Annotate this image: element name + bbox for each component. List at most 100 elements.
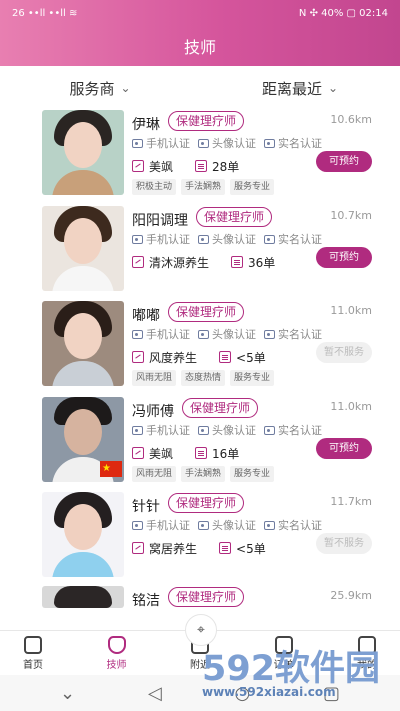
technician-name: 嘟嘟	[132, 308, 160, 324]
nav-back-button[interactable]: ◁	[148, 683, 162, 704]
id-card-icon	[264, 138, 275, 148]
store-orders: 窝居养生 <5单	[132, 539, 266, 557]
filter-distance[interactable]: 距离最近 ⌄	[200, 78, 400, 99]
avatar-cert-icon	[198, 425, 209, 435]
china-flag-icon: ★	[100, 461, 122, 477]
cert-label: 头像认证	[212, 233, 256, 246]
realname-cert: 实名认证	[264, 326, 322, 342]
realname-cert: 实名认证	[264, 517, 322, 533]
service-tags: 风雨无阻 手法娴熟 服务专业	[132, 466, 275, 482]
technician-name: 针针	[132, 499, 160, 515]
realname-cert: 实名认证	[264, 135, 322, 151]
cert-label: 实名认证	[278, 424, 322, 437]
avatar-cert: 头像认证	[198, 231, 256, 247]
distance: 10.7km	[330, 209, 372, 222]
store-orders: 风度养生 <5单	[132, 348, 266, 366]
service-tag: 服务专业	[230, 179, 275, 195]
phone-cert: 手机认证	[132, 135, 190, 151]
technician-card[interactable]: 针针 保健理疗师 11.7km 手机认证 头像认证 实名认证 窝居养生 <5单 …	[0, 492, 400, 587]
order-count: <5单	[236, 541, 266, 556]
watermark-logo: 592软件园 www.592xiazai.com	[200, 640, 396, 710]
status-icons: N ✣ 40% ▢ 02:14	[298, 7, 388, 19]
book-button[interactable]: 可预约	[316, 247, 372, 268]
store-icon	[132, 447, 144, 459]
phone-cert-icon	[132, 520, 143, 530]
store-name: 美飒	[149, 159, 174, 174]
technician-card[interactable]: 伊琳 保健理疗师 10.6km 手机认证 头像认证 实名认证 美飒 28单 可预…	[0, 110, 400, 205]
tab-label: 首页	[23, 660, 43, 671]
distance: 11.0km	[330, 400, 372, 413]
cert-label: 头像认证	[212, 328, 256, 341]
technician-name: 铭洁	[132, 593, 160, 609]
store-icon	[132, 542, 144, 554]
nav-down-button[interactable]: ⌄	[60, 683, 75, 704]
filter-provider[interactable]: 服务商 ⌄	[0, 78, 200, 99]
signal-icons: 26 ••ll ••ll ≋	[12, 7, 78, 19]
service-tag: 风雨无阻	[132, 466, 177, 482]
book-button[interactable]: 可预约	[316, 438, 372, 459]
phone-cert-icon	[132, 138, 143, 148]
store-icon	[132, 256, 144, 268]
technician-name: 伊琳	[132, 117, 160, 133]
cert-label: 手机认证	[146, 519, 190, 532]
cert-label: 手机认证	[146, 137, 190, 150]
filter-provider-label: 服务商	[69, 79, 115, 98]
distance: 11.7km	[330, 495, 372, 508]
cert-label: 实名认证	[278, 233, 322, 246]
avatar	[42, 301, 124, 386]
distance: 11.0km	[330, 304, 372, 317]
phone-cert-icon	[132, 329, 143, 339]
store-icon	[132, 351, 144, 363]
technician-card[interactable]: 阳阳调理 保健理疗师 10.7km 手机认证 头像认证 实名认证 清沐源养生 3…	[0, 206, 400, 301]
home-icon	[24, 636, 42, 654]
avatar	[42, 586, 124, 608]
certification-list: 手机认证 头像认证 实名认证	[132, 422, 322, 438]
phone-cert: 手机认证	[132, 422, 190, 438]
avatar-cert-icon	[198, 234, 209, 244]
service-tag: 积极主动	[132, 179, 177, 195]
chevron-down-icon: ⌄	[120, 81, 131, 95]
tab-home[interactable]: 首页	[0, 631, 66, 671]
cert-label: 实名认证	[278, 137, 322, 150]
role-tag: 保健理疗师	[168, 302, 245, 322]
service-tag: 态度热情	[181, 370, 226, 386]
cert-label: 头像认证	[212, 424, 256, 437]
service-tag: 服务专业	[230, 466, 275, 482]
tab-technician[interactable]: 技师	[84, 631, 150, 671]
technician-card[interactable]: ★ 冯师傅 保健理疗师 11.0km 手机认证 头像认证 实名认证 美飒 16单…	[0, 397, 400, 492]
avatar	[42, 492, 124, 577]
filter-bar: 服务商 ⌄ 距离最近 ⌄	[0, 66, 400, 110]
order-count-icon	[195, 160, 208, 172]
store-orders: 清沐源养生 36单	[132, 253, 275, 271]
role-tag: 保健理疗师	[168, 493, 245, 513]
id-card-icon	[264, 329, 275, 339]
role-tag: 保健理疗师	[196, 207, 273, 227]
avatar-cert-icon	[198, 138, 209, 148]
book-button[interactable]: 可预约	[316, 151, 372, 172]
phone-cert: 手机认证	[132, 517, 190, 533]
tab-label: 技师	[106, 660, 127, 671]
cert-label: 头像认证	[212, 519, 256, 532]
filter-distance-label: 距离最近	[261, 79, 322, 98]
avatar-cert: 头像认证	[198, 422, 256, 438]
avatar-cert-icon	[198, 520, 209, 530]
service-tag: 风雨无阻	[132, 370, 177, 386]
certification-list: 手机认证 头像认证 实名认证	[132, 326, 322, 342]
phone-cert: 手机认证	[132, 231, 190, 247]
service-tag: 服务专业	[230, 370, 275, 386]
order-count: 28单	[212, 159, 240, 174]
store-orders: 美飒 16单	[132, 444, 239, 462]
role-tag: 保健理疗师	[168, 587, 245, 607]
certification-list: 手机认证 头像认证 实名认证	[132, 135, 322, 151]
technician-card[interactable]: 嘟嘟 保健理疗师 11.0km 手机认证 头像认证 实名认证 风度养生 <5单 …	[0, 301, 400, 396]
technician-list: 伊琳 保健理疗师 10.6km 手机认证 头像认证 实名认证 美飒 28单 可预…	[0, 110, 400, 630]
watermark-url: www.592xiazai.com	[202, 685, 336, 699]
unavailable-button: 暂不服务	[316, 533, 372, 554]
avatar-cert: 头像认证	[198, 517, 256, 533]
store-name: 窝居养生	[149, 541, 198, 556]
cert-label: 实名认证	[278, 328, 322, 341]
technician-name: 冯师傅	[132, 404, 174, 420]
realname-cert: 实名认证	[264, 422, 322, 438]
store-icon	[132, 160, 144, 172]
phone-cert-icon	[132, 425, 143, 435]
